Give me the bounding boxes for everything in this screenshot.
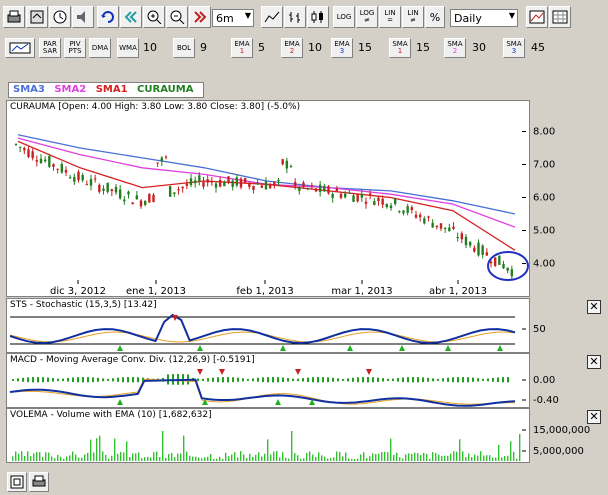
- sma3-subscript: 3: [511, 47, 517, 55]
- price-y-tick-label: 5.00: [533, 226, 555, 237]
- ema3-value[interactable]: 15: [358, 41, 372, 54]
- volume-header: VOLEMA - Volume with EMA (10) [1,682,632…: [10, 410, 212, 420]
- bol-value[interactable]: 9: [200, 41, 207, 54]
- not-equal-icon: ≠: [364, 16, 370, 24]
- ema2-value[interactable]: 10: [308, 41, 322, 54]
- price-y-tick-label: 8.00: [533, 127, 555, 138]
- close-stochastic-icon[interactable]: ✕: [587, 300, 601, 314]
- price-panel-header: CURAUMA [Open: 4.00 High: 3.80 Low: 3.80…: [10, 102, 301, 112]
- close-macd-icon[interactable]: ✕: [587, 355, 601, 369]
- ema1-button[interactable]: EMA 1: [231, 38, 253, 58]
- save-icon[interactable]: [26, 6, 48, 28]
- chart-settings-icon[interactable]: [526, 6, 548, 28]
- price-y-tick-label: 4.00: [533, 259, 555, 270]
- ema3-button[interactable]: EMA 3: [331, 38, 353, 58]
- period-select[interactable]: 6m ▼: [212, 9, 254, 27]
- ema2-button[interactable]: EMA 2: [281, 38, 303, 58]
- dma-label: DMA: [91, 43, 109, 52]
- lin-button[interactable]: LIN =: [379, 6, 401, 28]
- ema1-value[interactable]: 5: [258, 41, 265, 54]
- legend-sma3: SMA3: [13, 84, 45, 95]
- macd-y-tick-label: -0.40: [533, 395, 559, 406]
- macd-header: MACD - Moving Average Conv. Div. (12,26,…: [10, 355, 255, 365]
- sound-icon[interactable]: [72, 6, 94, 28]
- legend-sma2: SMA2: [54, 84, 87, 95]
- percent-label: %: [429, 10, 441, 24]
- bol-label: BOL: [176, 43, 192, 52]
- line-chart-icon[interactable]: [261, 6, 283, 28]
- legend-curauma: CURAUMA: [137, 84, 194, 95]
- lin-ne-button[interactable]: LIN ≠: [402, 6, 424, 28]
- period-value: 6m: [216, 12, 234, 25]
- ema1-subscript: 1: [239, 47, 245, 55]
- grid-icon[interactable]: [549, 6, 571, 28]
- clock-icon[interactable]: [49, 6, 71, 28]
- sma2-subscript: 2: [452, 47, 458, 55]
- bol-button[interactable]: BOL: [173, 38, 195, 58]
- log-ne-button[interactable]: LOG ≠: [356, 6, 378, 28]
- piv-pts-label: PIV PTS: [68, 40, 82, 55]
- rewind-icon[interactable]: [120, 6, 142, 28]
- series-legend: SMA3 SMA2 SMA1 CURAUMA: [8, 82, 205, 98]
- zoom-out-icon[interactable]: [166, 6, 188, 28]
- price-y-tick-label: 7.00: [533, 160, 555, 171]
- print-icon[interactable]: [3, 6, 25, 28]
- ema2-subscript: 2: [289, 47, 295, 55]
- sma2-button[interactable]: SMA 2: [444, 38, 466, 58]
- indicator-settings-icon[interactable]: [5, 38, 35, 58]
- sma1-button[interactable]: SMA 1: [389, 38, 411, 58]
- interval-value: Daily: [454, 12, 482, 25]
- par-sar-button[interactable]: PAR SAR: [39, 38, 61, 58]
- wma-label: WMA: [119, 43, 137, 52]
- price-y-tick-label: 6.00: [533, 193, 555, 204]
- dma-button[interactable]: DMA: [89, 38, 111, 58]
- sma1-subscript: 1: [397, 47, 403, 55]
- piv-pts-button[interactable]: PIV PTS: [64, 38, 86, 58]
- macd-y-tick-label: 0.00: [533, 375, 555, 386]
- stoch-y-tick-label: 50: [533, 324, 546, 335]
- sma3-button[interactable]: SMA 3: [503, 38, 525, 58]
- volume-y-tick-label: 15,000,000: [533, 425, 590, 436]
- equal-icon: =: [387, 16, 393, 24]
- print-icon[interactable]: [29, 472, 49, 492]
- legend-sma1: SMA1: [95, 84, 128, 95]
- sma1-value[interactable]: 15: [416, 41, 430, 54]
- sma2-value[interactable]: 30: [472, 41, 486, 54]
- wma-button[interactable]: WMA: [117, 38, 139, 58]
- wma-value[interactable]: 10: [143, 41, 157, 54]
- main-toolbar: 6m ▼ LOG LOG ≠ LIN = LIN ≠ % Daily ▼: [0, 0, 608, 34]
- chevron-down-icon: ▼: [508, 11, 515, 20]
- percent-button[interactable]: %: [425, 6, 445, 28]
- zoom-in-icon[interactable]: [143, 6, 165, 28]
- price-chart-panel[interactable]: [6, 100, 530, 297]
- ohlc-chart-icon[interactable]: [284, 6, 306, 28]
- refresh-icon[interactable]: [97, 6, 119, 28]
- stochastic-header: STS - Stochastic (15,3,5) [13.42]: [10, 300, 157, 310]
- par-sar-label: PAR SAR: [42, 40, 58, 55]
- candlestick-chart-icon[interactable]: [307, 6, 329, 28]
- indicator-toolbar: PAR SAR PIV PTS DMA WMA 10 BOL 9 EMA 1 5 …: [0, 34, 608, 62]
- chevron-down-icon: ▼: [244, 11, 251, 20]
- volume-y-tick-label: 5,000,000: [533, 446, 584, 457]
- fast-forward-icon[interactable]: [189, 6, 211, 28]
- interval-select[interactable]: Daily ▼: [450, 9, 518, 27]
- log-label: LOG: [336, 12, 352, 21]
- not-equal-icon: ≠: [410, 16, 416, 24]
- ema3-subscript: 3: [339, 47, 345, 55]
- close-volume-icon[interactable]: ✕: [587, 410, 601, 424]
- log-button[interactable]: LOG: [333, 6, 355, 28]
- sma3-value[interactable]: 45: [531, 41, 545, 54]
- maximize-icon[interactable]: [7, 472, 27, 492]
